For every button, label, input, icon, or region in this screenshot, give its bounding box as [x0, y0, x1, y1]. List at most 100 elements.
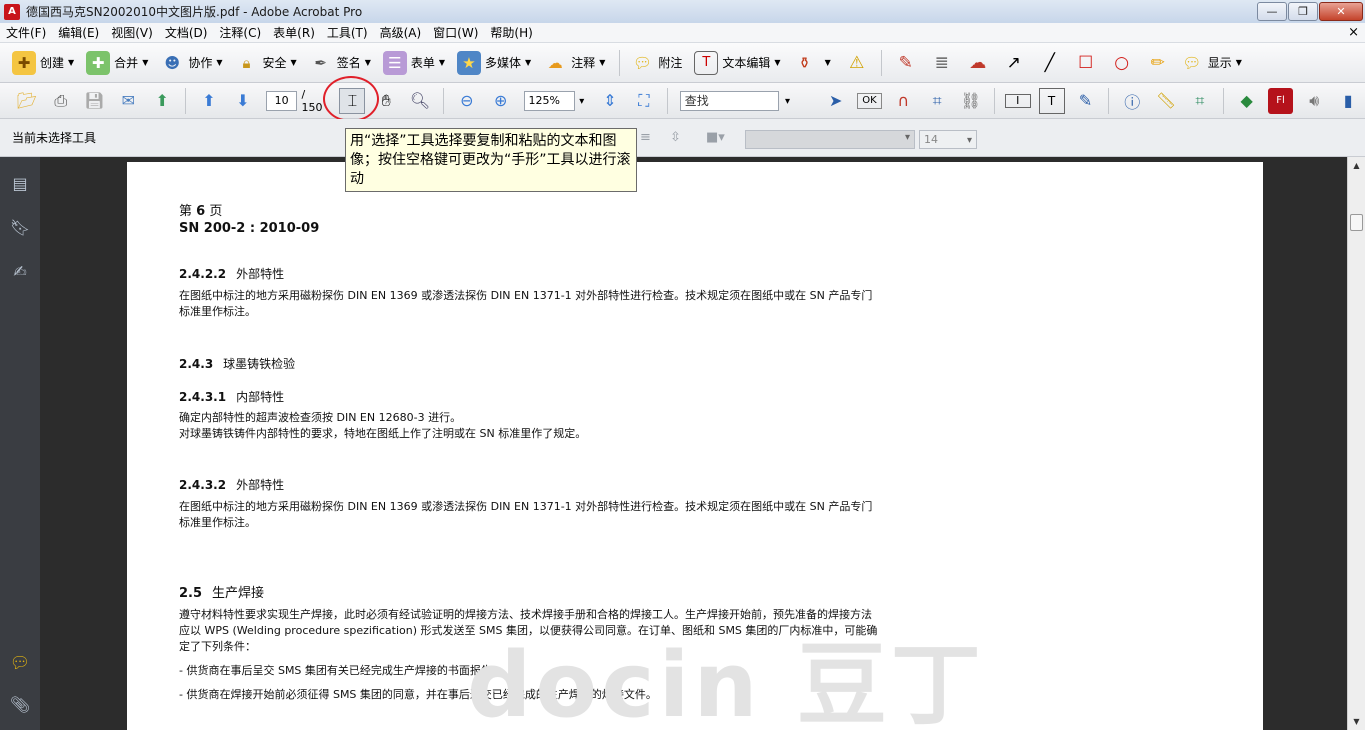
zoom-out-icon[interactable]: ⊖	[454, 88, 480, 114]
menu-view[interactable]: 视图(V)	[105, 24, 159, 41]
pencil-tool-icon[interactable]: ✏	[1144, 49, 1172, 77]
text-callout-icon[interactable]: ⚠	[843, 49, 871, 77]
section-number: 2.4.3.1	[179, 390, 227, 404]
menu-document[interactable]: 文档(D)	[159, 24, 214, 41]
menu-window[interactable]: 窗口(W)	[427, 24, 484, 41]
print-icon[interactable]: ⎙	[48, 88, 74, 114]
show-button[interactable]: 💬︎ 显示 ▼	[1176, 48, 1246, 78]
arrow-tool-icon[interactable]: ↗	[1000, 49, 1028, 77]
menu-comments[interactable]: 注释(C)	[213, 24, 267, 41]
chevron-down-icon: ▼	[1235, 58, 1242, 67]
pages-icon[interactable]: ▤	[8, 171, 32, 195]
close-button[interactable]: ✕	[1319, 2, 1363, 21]
scrolling-mode-icon[interactable]: ⇕	[597, 88, 623, 114]
attachments-icon[interactable]: 📎︎	[8, 692, 32, 716]
document-number: SN 200-2 : 2010-09	[179, 221, 320, 236]
collaborate-button[interactable]: ☻ 协作 ▼	[156, 48, 226, 78]
fit-page-icon[interactable]: ⛶	[631, 88, 657, 114]
menu-file[interactable]: 文件(F)	[0, 24, 52, 41]
email-icon[interactable]: ✉	[115, 88, 141, 114]
tasks-toolbar: ✚ 创建 ▼ ✚ 合并 ▼ ☻ 协作 ▼ 🔒︎ 安全 ▼ ✒ 签名 ▼ ☰ 表单 ▼ ★ 多…	[0, 43, 1365, 83]
highlight-text-icon[interactable]: ✎	[892, 49, 920, 77]
section-number: 2.4.2.2	[179, 267, 227, 281]
flash-icon[interactable]: Fl	[1267, 87, 1294, 114]
scroll-down-icon[interactable]: ▼	[1348, 713, 1365, 730]
page-number-input[interactable]: 10	[265, 90, 298, 111]
scroll-thumb[interactable]	[1350, 214, 1363, 231]
button-tool-icon[interactable]: OK	[856, 92, 883, 109]
menu-forms[interactable]: 表单(R)	[267, 24, 321, 41]
upload-icon[interactable]: ⬆	[149, 88, 175, 114]
zoom-tool-icon[interactable]: 🔍︎	[407, 88, 433, 114]
crop-tool-icon[interactable]: ⌗	[924, 88, 950, 114]
text-edit-button[interactable]: T 文本编辑 ▼	[690, 48, 784, 78]
document-viewport[interactable]: 第 6 页 SN 200-2 : 2010-09 2.4.2.2 外部特性 在图纸…	[40, 157, 1347, 730]
save-icon[interactable]: 💾︎	[82, 88, 108, 114]
lock-icon: 🔒︎	[242, 53, 251, 72]
font-family-select	[745, 130, 915, 149]
properties-toolbar: 当前未选择工具	[0, 119, 1365, 157]
attach-tool-icon[interactable]: ⛓	[958, 88, 984, 114]
bookmarks-icon[interactable]: 🔖︎	[8, 215, 32, 239]
sticky-note-button[interactable]: 💬︎ 附注	[626, 48, 686, 78]
previous-page-icon[interactable]: ⬆	[196, 88, 222, 114]
menu-edit[interactable]: 编辑(E)	[52, 24, 105, 41]
stamp-button[interactable]: ⚱ ▼	[789, 48, 835, 78]
zoom-level-select[interactable]: 125%	[523, 90, 584, 111]
touchup-text-icon[interactable]: T	[1038, 87, 1065, 114]
comments-icon[interactable]: 💬︎	[8, 650, 32, 674]
grid-icon[interactable]: ⌗	[1187, 88, 1213, 114]
toolbar-separator	[1222, 87, 1224, 114]
text-field-icon[interactable]: I	[1004, 93, 1031, 108]
text-box-icon[interactable]: ≣	[928, 49, 956, 77]
find-input[interactable]: 查找	[679, 90, 790, 111]
comment-button[interactable]: ☁ 注释 ▼	[539, 48, 609, 78]
minimize-button[interactable]: —	[1257, 2, 1287, 21]
font-size-select: 14	[919, 130, 977, 149]
scroll-up-icon[interactable]: ▲	[1348, 157, 1365, 174]
multimedia-button[interactable]: ★ 多媒体 ▼	[453, 48, 535, 78]
forms-button[interactable]: ☰ 表单 ▼	[379, 48, 449, 78]
restore-button[interactable]: ❐	[1288, 2, 1318, 21]
measure-ruler-icon[interactable]: 📏︎	[1153, 88, 1179, 114]
oval-tool-icon[interactable]: ○	[1108, 49, 1136, 77]
menu-bar: 文件(F) 编辑(E) 视图(V) 文档(D) 注释(C) 表单(R) 工具(T…	[0, 23, 1365, 43]
section-title: 内部特性	[236, 390, 285, 404]
rectangle-tool-icon[interactable]: ☐	[1072, 49, 1100, 77]
menu-help[interactable]: 帮助(H)	[484, 24, 538, 41]
secure-button[interactable]: 🔒︎ 安全 ▼	[231, 48, 301, 78]
link-tool-icon[interactable]: ∩	[890, 88, 916, 114]
navigation-panel: ▤ 🔖︎ ✍ 💬︎ 📎︎	[0, 157, 40, 730]
object-select-icon[interactable]: ➤	[823, 88, 849, 114]
toolbar-separator	[442, 87, 444, 114]
edit-form-icon[interactable]: ✎	[1073, 88, 1099, 114]
page-label-prefix: 第	[179, 204, 193, 219]
3d-model-icon[interactable]: ◆	[1234, 88, 1260, 114]
chevron-down-icon: ▼	[599, 58, 606, 67]
open-folder-icon[interactable]: 📂︎	[14, 88, 40, 114]
section-title: 外部特性	[236, 478, 285, 492]
document-close-icon[interactable]: ×	[1348, 25, 1359, 40]
zoom-in-icon[interactable]: ⊕	[488, 88, 514, 114]
signatures-icon[interactable]: ✍	[8, 259, 32, 283]
toolbar-separator	[666, 87, 668, 114]
chevron-down-icon: ▼	[438, 58, 446, 67]
line-tool-icon[interactable]: ╱	[1036, 49, 1064, 77]
combine-button[interactable]: ✚ 合并 ▼	[82, 48, 152, 78]
chevron-down-icon: ▼	[290, 58, 297, 67]
section-heading: 2.4.3.1 内部特性	[179, 388, 284, 405]
sound-icon[interactable]: 🔊︎	[1301, 88, 1327, 114]
combine-icon: ✚	[86, 50, 111, 75]
info-icon[interactable]: ⓘ	[1119, 88, 1145, 114]
vertical-scrollbar[interactable]: ▲ ▼	[1347, 157, 1365, 730]
create-button[interactable]: ✚ 创建 ▼	[8, 48, 78, 78]
chevron-down-icon: ▼	[216, 58, 223, 67]
chevron-down-icon: ▼	[364, 58, 371, 67]
next-page-icon[interactable]: ⬇	[230, 88, 256, 114]
video-icon[interactable]: ▮	[1335, 88, 1361, 114]
page-label: 第 6 页	[179, 200, 879, 219]
menu-advanced[interactable]: 高级(A)	[374, 24, 428, 41]
sign-button[interactable]: ✒ 签名 ▼	[305, 48, 375, 78]
menu-tools[interactable]: 工具(T)	[321, 24, 374, 41]
cloud-tool-icon[interactable]: ☁	[964, 49, 992, 77]
